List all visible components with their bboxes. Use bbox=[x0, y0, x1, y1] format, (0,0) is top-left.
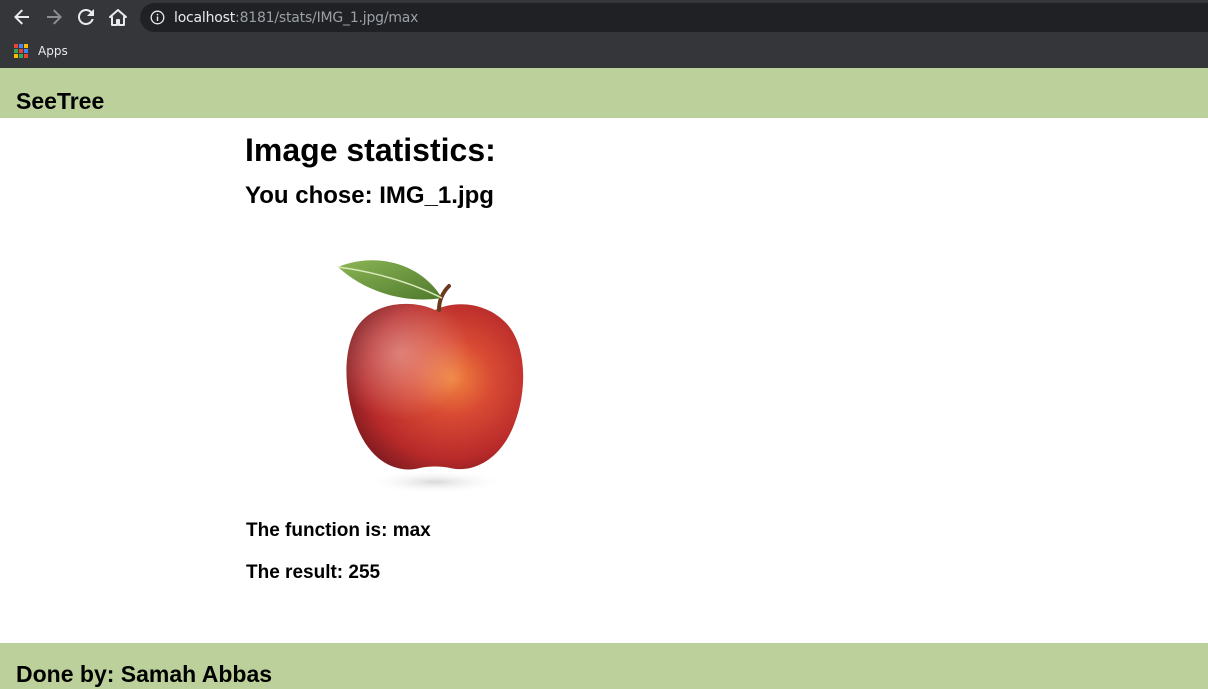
result-value: 255 bbox=[348, 562, 381, 583]
url-host: localhost bbox=[174, 10, 236, 26]
home-button[interactable] bbox=[106, 6, 130, 28]
apps-label: Apps bbox=[38, 44, 68, 58]
credit-label: Done by: bbox=[16, 661, 121, 687]
reload-icon bbox=[78, 9, 94, 25]
credit-name: Samah Abbas bbox=[120, 661, 273, 687]
site-footer: Done by: Samah Abbas bbox=[0, 643, 1208, 689]
brand-title: SeeTree bbox=[16, 88, 105, 114]
info-icon[interactable] bbox=[150, 10, 165, 25]
function-name: max bbox=[392, 520, 431, 541]
function-line: The function is: max bbox=[246, 520, 431, 542]
address-bar[interactable]: localhost:8181/stats/IMG_1.jpg/max bbox=[140, 3, 1208, 32]
reload-button[interactable] bbox=[74, 6, 98, 28]
back-button[interactable] bbox=[10, 6, 34, 28]
forward-icon bbox=[47, 9, 62, 25]
site-header: SeeTree bbox=[0, 68, 1208, 118]
back-icon bbox=[14, 9, 29, 25]
chosen-filename: IMG_1.jpg bbox=[379, 182, 494, 209]
result-label: The result: bbox=[246, 562, 349, 583]
bookmarks-bar: Apps bbox=[0, 35, 1208, 68]
forward-button[interactable] bbox=[42, 6, 66, 28]
footer-credit: Done by: Samah Abbas bbox=[16, 661, 272, 688]
url-path: :8181/stats/IMG_1.jpg/max bbox=[235, 10, 419, 26]
apple-image bbox=[337, 260, 524, 494]
apps-grid-icon bbox=[14, 44, 28, 58]
browser-toolbar: localhost:8181/stats/IMG_1.jpg/max bbox=[0, 0, 1208, 35]
page-title: Image statistics: bbox=[245, 132, 496, 168]
chosen-image-line: You chose: IMG_1.jpg bbox=[245, 182, 494, 210]
home-icon bbox=[109, 8, 127, 26]
result-line: The result: 255 bbox=[246, 562, 380, 584]
chosen-label: You chose: bbox=[245, 182, 380, 209]
url-text[interactable]: localhost:8181/stats/IMG_1.jpg/max bbox=[174, 10, 418, 26]
apps-shortcut[interactable]: Apps bbox=[14, 41, 68, 61]
function-label: The function is: bbox=[246, 520, 393, 541]
